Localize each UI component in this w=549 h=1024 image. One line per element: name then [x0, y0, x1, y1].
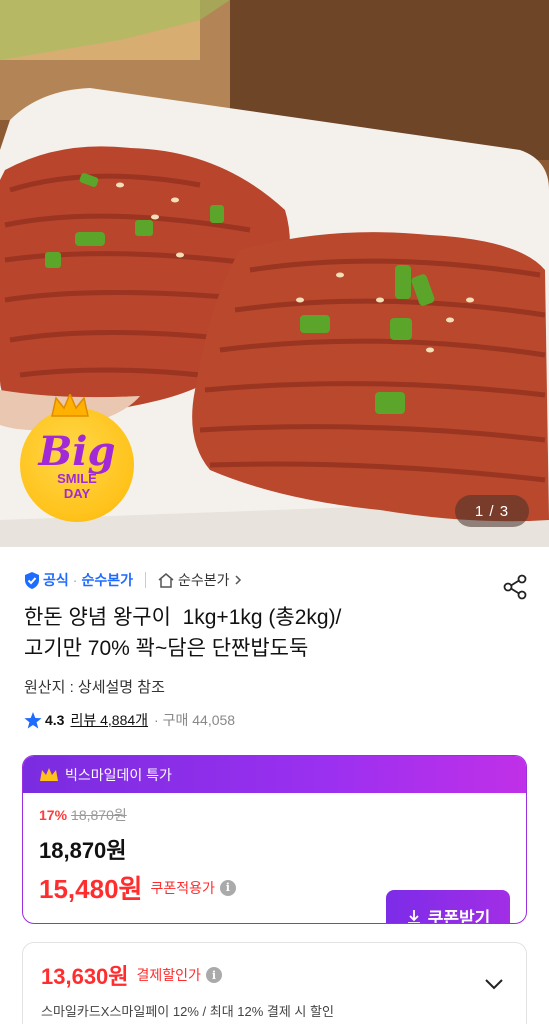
star-icon: [24, 711, 42, 728]
official-label: 공식: [43, 572, 69, 588]
badge-smile-text: SMILE: [57, 471, 97, 486]
crown-icon: [40, 768, 58, 781]
original-price: 18,870원: [71, 807, 127, 823]
store-link[interactable]: 순수본가: [158, 570, 244, 590]
info-icon[interactable]: i: [219, 879, 236, 896]
image-page-indicator: 1 / 3: [455, 495, 529, 527]
rating-value: 4.3: [45, 712, 65, 728]
share-icon[interactable]: [501, 573, 529, 601]
brand-row: 공식 · 순수본가 순수본가: [24, 570, 244, 590]
payment-discount-box[interactable]: 13,630원 결제할인가 i 스마일카드X스마일페이 12% / 최대 12%…: [22, 942, 527, 1024]
big-smile-day-badge: Big SMILE DAY: [20, 394, 134, 522]
payment-discount-description: 스마일카드X스마일페이 12% / 최대 12% 결제 시 할인: [41, 1004, 334, 1019]
badge-big-text: Big: [38, 428, 116, 475]
payment-discount-price: 13,630원: [41, 964, 129, 989]
promo-price-box: 빅스마일데이 특가 17% 18,870원 18,870원 15,480원 쿠폰…: [22, 755, 527, 924]
promo-body: 17% 18,870원 18,870원 15,480원 쿠폰적용가 i 쿠폰받기: [23, 793, 526, 923]
rating-row: 4.3 리뷰 4,884개 · 구매 44,058: [24, 710, 235, 730]
badge-day-text: DAY: [63, 486, 91, 501]
get-coupon-button[interactable]: 쿠폰받기: [386, 890, 510, 924]
sale-price: 18,870원: [39, 838, 127, 863]
download-icon: [407, 909, 420, 923]
discount-percent: 17%: [39, 807, 68, 823]
coupon-price: 15,480원: [39, 874, 143, 904]
origin-info: 원산지 : 상세설명 참조: [24, 679, 165, 696]
chevron-right-icon: [234, 575, 241, 585]
divider: [144, 572, 146, 588]
home-icon: [158, 572, 174, 588]
discount-line: 17% 18,870원: [39, 805, 510, 825]
promo-header-label: 빅스마일데이 특가: [65, 766, 172, 783]
store-link-label: 순수본가: [177, 572, 230, 588]
review-count-link[interactable]: 리뷰 4,884개: [70, 710, 148, 730]
official-badge: 공식: [24, 570, 69, 590]
coupon-price-label: 쿠폰적용가: [150, 879, 215, 896]
product-image[interactable]: Big SMILE DAY 1 / 3: [0, 0, 549, 547]
product-title-line1: 한돈 양념 왕구이 1kg+1kg (총2kg)/: [24, 606, 342, 629]
payment-price-line: 13,630원 결제할인가 i: [41, 959, 508, 991]
payment-discount-label: 결제할인가: [136, 967, 201, 983]
purchase-count: · 구매 44,058: [154, 712, 236, 728]
crown-icon: [51, 394, 89, 417]
chevron-down-icon[interactable]: [484, 977, 504, 991]
get-coupon-label: 쿠폰받기: [427, 909, 491, 924]
info-icon[interactable]: i: [205, 967, 222, 983]
promo-header: 빅스마일데이 특가: [23, 756, 526, 793]
product-title: 한돈 양념 왕구이 1kg+1kg (총2kg)/ 고기만 70% 꽉~담은 단…: [24, 602, 494, 664]
separator-dot: ·: [72, 572, 78, 588]
brand-name[interactable]: 순수본가: [81, 570, 133, 590]
shield-check-icon: [25, 571, 39, 589]
product-title-line2: 고기만 70% 꽉~담은 단짠밥도둑: [24, 637, 309, 660]
